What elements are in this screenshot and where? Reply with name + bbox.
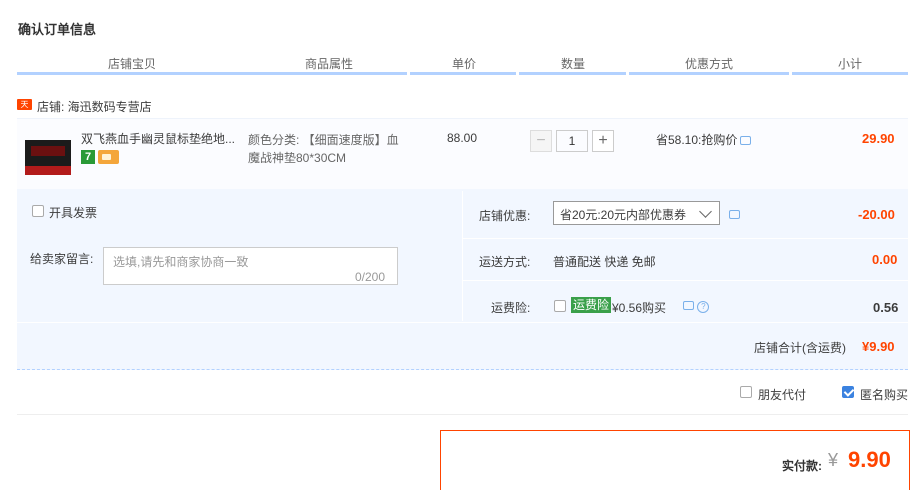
shipping-amount: 0.00 [872,252,898,267]
item-row [17,118,908,190]
friend-pay-checkbox[interactable] [740,386,752,398]
insurance-amount: 0.56 [873,300,899,315]
col-header-attributes: 商品属性 [304,57,353,71]
insurance-checkbox[interactable] [554,300,566,312]
anonymous-label: 匿名购买 [860,388,909,402]
chat-icon[interactable] [740,136,752,145]
col-header-price: 单价 [451,57,476,71]
promo-info: 省58.10:抢购价 [656,131,752,148]
divider [17,322,908,323]
product-attributes: 颜色分类: 【细面速度版】血 魔战神垫80*30CM [248,131,413,167]
coupon-chat [726,207,740,221]
shop-total-amount: ¥9.90 [862,339,895,354]
product-thumbnail[interactable] [25,140,71,175]
invoice-checkbox[interactable] [32,205,44,217]
header-underline [410,72,516,75]
unit-price: 88.00 [447,131,478,145]
shop-name-link[interactable]: 店铺: 海迅数码专营店 [37,98,152,115]
grand-total-box [440,430,910,490]
message-label: 给卖家留言: [30,252,94,266]
credit-card-icon [98,150,119,164]
divider [17,414,908,415]
shipping-label: 运送方式: [479,255,531,269]
col-header-quantity: 数量 [560,57,585,71]
message-placeholder: 选填,请先和商家协商一致 [113,255,249,269]
insurance-tag: 运费险 [571,297,612,313]
friend-pay-label: 朋友代付 [758,388,807,402]
chat-icon[interactable] [729,210,740,219]
currency-symbol: ¥ [828,450,839,470]
page-title: 确认订单信息 [18,22,97,37]
header-underline [17,72,407,75]
insurance-icons: ? [680,298,710,313]
col-header-subtotal: 小计 [837,57,862,71]
chat-icon[interactable] [683,301,694,310]
insurance-label: 运费险: [491,301,531,315]
shop-total-label: 店铺合计(含运费) [754,341,846,355]
divider [463,280,908,281]
grand-total-label: 实付款: [782,459,822,473]
divider [463,238,908,239]
col-header-promo: 优惠方式 [684,57,733,71]
message-char-count: 0/200 [355,270,386,284]
divider [462,191,463,321]
shipping-method: 普通配送 快递 免邮 [553,255,656,269]
header-underline [629,72,789,75]
grand-total-amount: 9.90 [848,447,891,472]
product-name-link[interactable]: 双飞燕血手幽灵鼠标垫绝地... [81,131,241,147]
anonymous-checkbox[interactable] [842,386,854,398]
col-header-shop-item: 店铺宝贝 [107,57,156,71]
attr-line: 颜色分类: 【细面速度版】血 [248,133,399,147]
invoice-label: 开具发票 [49,206,98,220]
coupon-amount: -20.00 [858,207,895,222]
header-underline [519,72,626,75]
insurance-price: ¥0.56购买 [612,301,667,315]
help-icon[interactable]: ? [697,301,710,313]
quantity-input[interactable]: 1 [556,130,588,152]
attr-line: 魔战神垫80*30CM [248,151,347,165]
item-subtotal: 29.90 [862,131,895,146]
seven-day-return-icon: 7 [81,150,95,164]
coupon-selected-value: 省20元:20元内部优惠券 [560,208,687,222]
quantity-increase-button[interactable]: + [592,130,614,152]
quantity-decrease-button[interactable]: − [530,130,552,152]
header-underline [792,72,908,75]
promo-text: 省58.10:抢购价 [656,133,738,147]
tmall-icon: 天猫 [17,99,32,120]
coupon-label: 店铺优惠: [479,209,531,223]
